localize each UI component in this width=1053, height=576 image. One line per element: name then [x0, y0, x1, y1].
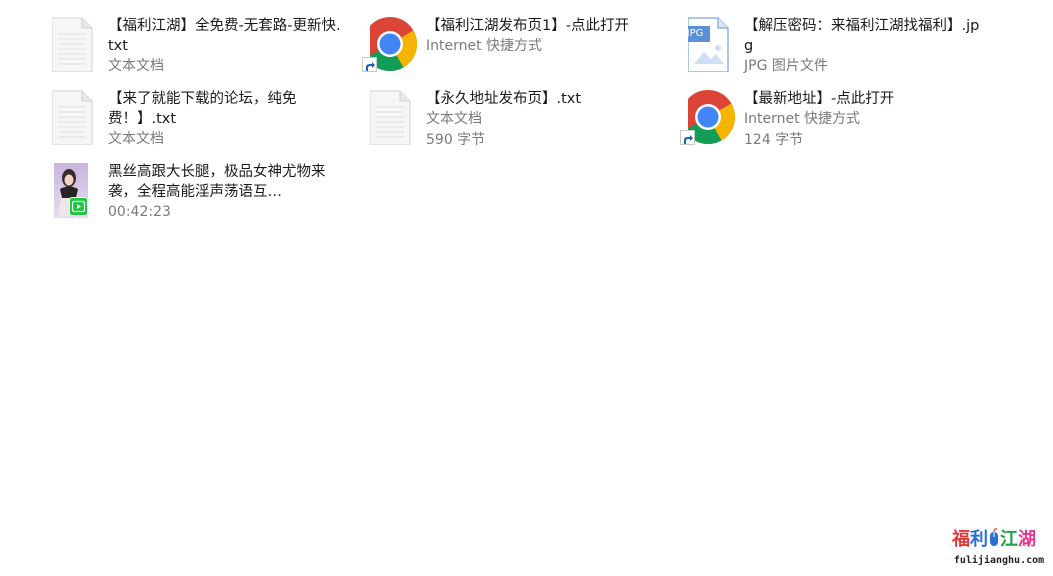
file-item-password-jpg[interactable]: JPG 【解压密码：来福利江湖找福利】.jpg JPG 图片文件	[680, 12, 988, 78]
shortcut-arrow-icon	[362, 57, 377, 72]
txt-file-icon	[369, 85, 426, 146]
file-size: 590 字节	[426, 132, 486, 148]
file-item-fulijianghu-txt[interactable]: 【福利江湖】全免费-无套路-更新快.txt 文本文档	[51, 12, 352, 78]
video-duration: 00:42:23	[108, 204, 171, 220]
file-type: Internet 快捷方式	[426, 38, 543, 54]
file-type: 文本文档	[426, 111, 482, 127]
shortcut-arrow-icon	[680, 130, 695, 145]
file-type: Internet 快捷方式	[744, 111, 861, 127]
watermark-char: 利	[970, 529, 988, 550]
watermark-char: 江	[1000, 529, 1018, 550]
file-name: 【福利江湖发布页1】-点此打开	[426, 18, 629, 34]
mouse-icon	[989, 528, 999, 548]
txt-file-icon	[51, 85, 108, 146]
watermark-url: fulijianghu.com	[953, 555, 1045, 566]
file-size: 124 字节	[744, 132, 804, 148]
video-thumbnail-icon	[52, 158, 108, 220]
file-name: 【福利江湖】全免费-无套路-更新快.txt	[108, 18, 341, 54]
file-type: 文本文档	[108, 58, 164, 74]
file-name: 【永久地址发布页】.txt	[426, 91, 582, 107]
file-item-forum-txt[interactable]: 【来了就能下载的论坛，纯免费！】.txt 文本文档	[51, 85, 352, 151]
chrome-icon	[362, 12, 426, 72]
video-play-icon	[69, 197, 88, 216]
file-name: 【解压密码：来福利江湖找福利】.jpg	[744, 18, 980, 54]
file-name: 黑丝高跟大长腿，极品女神尤物来袭，全程高能淫声荡语互…	[108, 164, 326, 200]
file-item-publish-page-1-shortcut[interactable]: 【福利江湖发布页1】-点此打开 Internet 快捷方式	[362, 12, 670, 78]
jpg-badge-label: JPG	[686, 28, 704, 39]
file-name: 【最新地址】-点此打开	[744, 91, 895, 107]
watermark-logo: 福利 江湖 fulijianghu.com	[952, 528, 1046, 570]
txt-file-icon	[51, 12, 108, 73]
file-item-latest-address-shortcut[interactable]: 【最新地址】-点此打开 Internet 快捷方式 124 字节	[680, 85, 988, 151]
watermark-char: 福	[952, 529, 970, 550]
jpg-file-icon: JPG	[680, 12, 744, 73]
watermark-char: 湖	[1018, 529, 1036, 550]
watermark-title: 福利 江湖	[952, 528, 1046, 552]
file-type: 文本文档	[108, 131, 164, 147]
file-item-video[interactable]: 黑丝高跟大长腿，极品女神尤物来袭，全程高能淫声荡语互… 00:42:23	[52, 158, 352, 224]
file-item-permanent-address-txt[interactable]: 【永久地址发布页】.txt 文本文档 590 字节	[369, 85, 670, 151]
file-name: 【来了就能下载的论坛，纯免费！】.txt	[108, 91, 297, 127]
chrome-icon	[680, 85, 744, 145]
file-type: JPG 图片文件	[744, 58, 828, 74]
